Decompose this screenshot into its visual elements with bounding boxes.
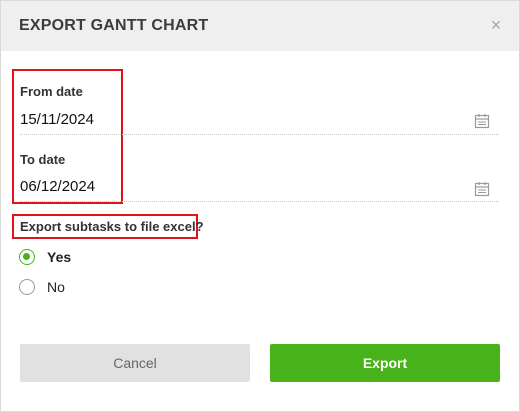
- export-button[interactable]: Export: [270, 344, 500, 382]
- radio-label-no: No: [47, 279, 65, 295]
- subtasks-question: Export subtasks to file excel?: [20, 219, 204, 234]
- calendar-icon[interactable]: [474, 113, 490, 129]
- close-icon[interactable]: ×: [487, 15, 505, 35]
- cancel-button[interactable]: Cancel: [20, 344, 250, 382]
- dialog-title: EXPORT GANTT CHART: [19, 17, 209, 34]
- radio-label-yes: Yes: [47, 249, 72, 265]
- calendar-icon[interactable]: [474, 181, 490, 197]
- radio-button-yes[interactable]: [19, 249, 35, 265]
- to-date-input[interactable]: [20, 172, 499, 202]
- from-date-input[interactable]: [20, 105, 499, 135]
- from-date-label: From date: [20, 84, 83, 99]
- to-date-label: To date: [20, 152, 66, 167]
- export-gantt-dialog: EXPORT GANTT CHART × From date To date E…: [0, 0, 520, 412]
- dialog-header: EXPORT GANTT CHART ×: [1, 1, 519, 51]
- radio-button-no[interactable]: [19, 279, 35, 295]
